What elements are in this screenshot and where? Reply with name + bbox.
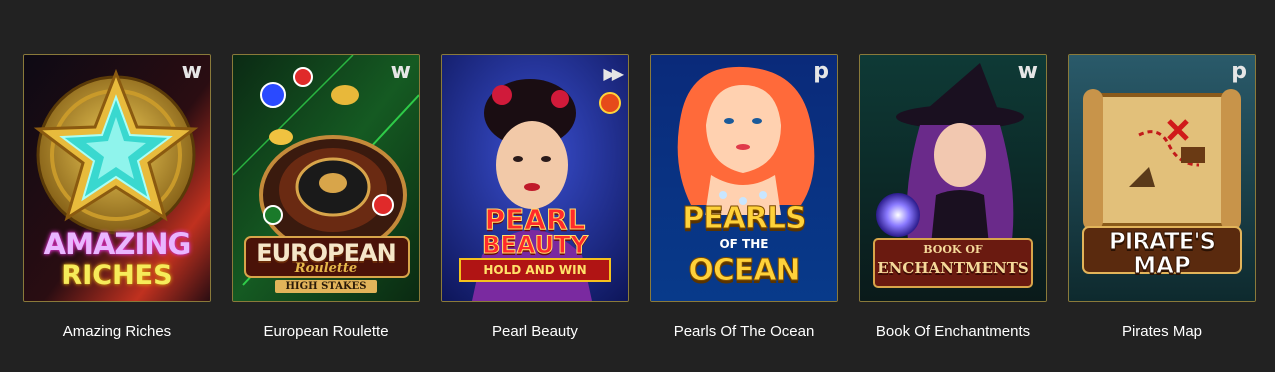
art-title-line-2: BEAUTY: [482, 231, 589, 260]
art-title-line-2: RICHES: [61, 260, 173, 291]
provider-w-icon: w: [390, 59, 411, 84]
provider-w-icon: w: [1017, 59, 1038, 84]
art-subtitle-badge: HIGH STAKES: [275, 280, 377, 293]
provider-play-icon: ▶▶: [603, 64, 624, 83]
art-title-line-3: HOLD AND WIN: [483, 263, 587, 277]
art-title-line-3: HIGH STAKES: [233, 280, 419, 293]
game-title[interactable]: Amazing Riches: [63, 323, 171, 341]
game-title[interactable]: Book Of Enchantments: [876, 323, 1030, 341]
game-tile-amazing-riches[interactable]: AMAZING RICHES w Amazing Riches: [23, 54, 211, 341]
art-title-line-2: ENCHANTMENTS: [877, 259, 1029, 277]
game-tile-book-of-enchantments[interactable]: BOOK OF ENCHANTMENTS w Book Of Enchantme…: [859, 54, 1047, 341]
game-tile-european-roulette[interactable]: EUROPEAN Roulette HIGH STAKES w European…: [232, 54, 420, 341]
game-thumbnail[interactable]: PEARLS OF THE OCEAN p: [650, 54, 838, 302]
art-title-line-2: OF THE: [719, 237, 769, 251]
art-title-line-1: BOOK OF: [923, 243, 983, 256]
game-tile-pearl-beauty[interactable]: PEARL BEAUTY HOLD AND WIN ▶▶ Pearl Beaut…: [441, 54, 629, 341]
provider-p-icon: p: [1231, 59, 1247, 84]
provider-w-icon: w: [181, 59, 202, 84]
art-title-line-1: PIRATE'S: [1108, 229, 1216, 256]
art-title-line-2: Roulette: [294, 261, 358, 276]
game-title[interactable]: Pearls Of The Ocean: [674, 323, 815, 341]
provider-p-icon: p: [813, 59, 829, 84]
art-title-line-1: PEARLS: [682, 201, 808, 237]
art-title-line-1: AMAZING: [43, 227, 192, 261]
game-thumbnail[interactable]: PIRATE'S MAP p: [1068, 54, 1256, 302]
game-thumbnail[interactable]: PEARL BEAUTY HOLD AND WIN ▶▶: [441, 54, 629, 302]
game-thumbnail[interactable]: BOOK OF ENCHANTMENTS w: [859, 54, 1047, 302]
art-title-line-2: MAP: [1133, 253, 1192, 280]
game-title[interactable]: Pirates Map: [1122, 323, 1202, 341]
game-tile-pirates-map[interactable]: PIRATE'S MAP p Pirates Map: [1068, 54, 1256, 341]
game-title[interactable]: European Roulette: [263, 323, 388, 341]
game-tile-pearls-of-the-ocean[interactable]: PEARLS OF THE OCEAN p Pearls Of The Ocea…: [650, 54, 838, 341]
game-title[interactable]: Pearl Beauty: [492, 323, 578, 341]
game-grid: AMAZING RICHES w Amazing Riches EUROPEAN…: [23, 54, 1256, 341]
game-thumbnail[interactable]: AMAZING RICHES w: [23, 54, 211, 302]
art-title-line-3: OCEAN: [688, 253, 801, 289]
game-thumbnail[interactable]: EUROPEAN Roulette HIGH STAKES w: [232, 54, 420, 302]
